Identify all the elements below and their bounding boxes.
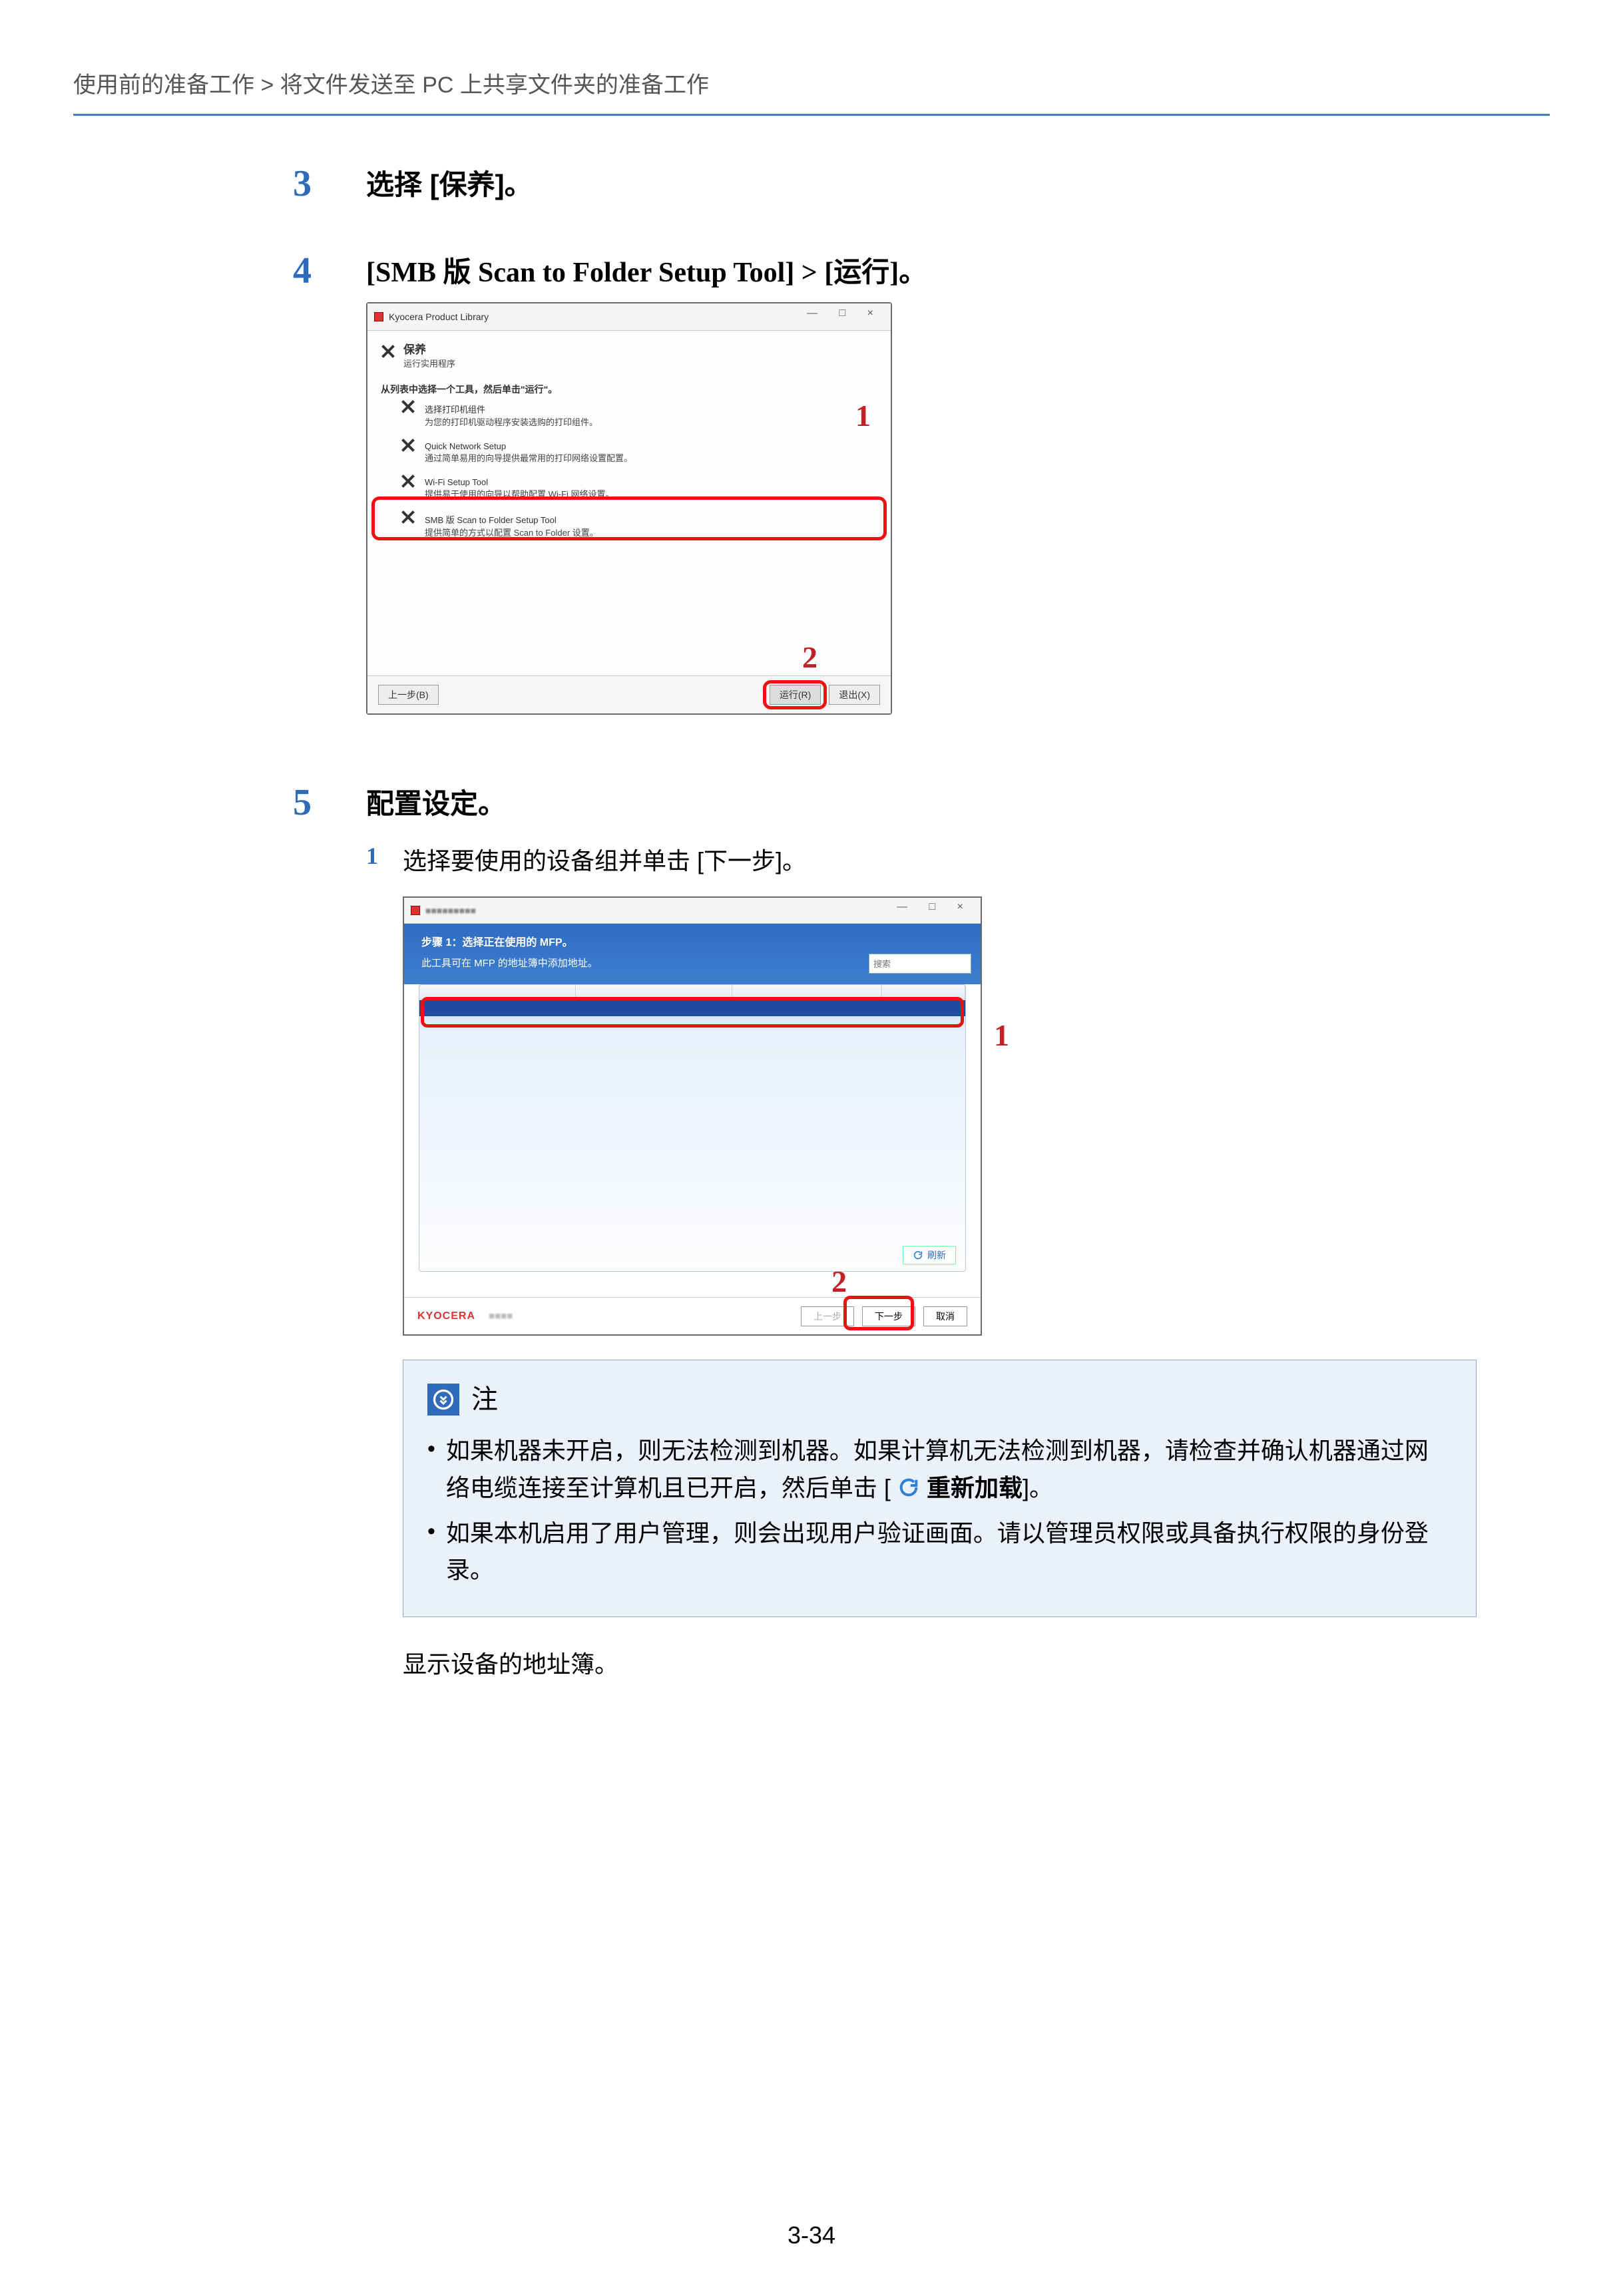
step-5: 5 配置设定。 1 选择要使用的设备组并单击 [下一步]。 ■■■■■■■■■ xyxy=(293,781,1477,1680)
note-title: 注 xyxy=(471,1379,498,1420)
window-controls[interactable]: — □ × xyxy=(807,307,883,319)
app-logo-icon xyxy=(374,312,383,321)
exit-button[interactable]: 退出(X) xyxy=(829,685,880,705)
step-number: 3 xyxy=(293,162,366,202)
app-logo-icon xyxy=(411,906,420,915)
tool-item-desc: 为您的打印机驱动程序安装选购的打印组件。 xyxy=(425,415,598,428)
window-title: Kyocera Product Library xyxy=(389,311,489,322)
highlight-box-1 xyxy=(371,496,887,540)
step-number: 4 xyxy=(293,250,366,289)
step-4: 4 [SMB 版 Scan to Folder Setup Tool] > [运… xyxy=(293,250,1477,715)
tool-icon xyxy=(401,403,415,417)
callout-2: 2 xyxy=(802,640,817,675)
window-controls[interactable]: — □ × xyxy=(897,901,973,913)
brand-logo: KYOCERA xyxy=(417,1310,475,1322)
highlight-box-1 xyxy=(421,997,964,1028)
cancel-button[interactable]: 取消 xyxy=(923,1306,967,1326)
reload-icon xyxy=(897,1476,920,1499)
step-3: 3 选择 [保养]。 xyxy=(293,162,1477,203)
section-title: 保养 xyxy=(403,340,455,357)
callout-1: 1 xyxy=(855,398,871,433)
highlight-box-2 xyxy=(843,1296,914,1330)
tool-item-title: 选择打印机组件 xyxy=(425,403,598,415)
window-title: ■■■■■■■■■ xyxy=(425,905,476,916)
step-number: 5 xyxy=(293,781,366,821)
screenshot-setup-wizard: ■■■■■■■■■ — □ × 步骤 1：选择正在使用的 MFP。 此工具可在 … xyxy=(403,896,1002,1336)
substep-text: 选择要使用的设备组并单击 [下一步]。 xyxy=(403,842,1477,876)
device-list: 刷新 xyxy=(419,984,966,1272)
tool-icon xyxy=(401,477,415,492)
list-intro: 从列表中选择一个工具，然后单击"运行"。 xyxy=(381,383,877,396)
tool-item-title: Wi-Fi Setup Tool xyxy=(425,477,614,487)
back-button[interactable]: 上一步(B) xyxy=(378,685,439,705)
note-bullet-2: 如果本机启用了用户管理，则会出现用户验证画面。请以管理员权限或具备执行权限的身份… xyxy=(427,1515,1452,1589)
refresh-button[interactable]: 刷新 xyxy=(903,1246,956,1264)
breadcrumb: 使用前的准备工作 > 将文件发送至 PC 上共享文件夹的准备工作 xyxy=(73,67,1550,116)
page-number: 3-34 xyxy=(0,2221,1623,2249)
tool-icon xyxy=(401,441,415,456)
callout-1: 1 xyxy=(994,1018,1009,1053)
section-subtitle: 运行实用程序 xyxy=(403,357,455,369)
refresh-icon xyxy=(913,1250,923,1260)
screenshot-product-library: Kyocera Product Library — □ × 保养 运行实用程序 … xyxy=(366,302,892,715)
tool-item[interactable]: 选择打印机组件 为您的打印机驱动程序安装选购的打印组件。 xyxy=(381,396,877,435)
substep-1: 1 选择要使用的设备组并单击 [下一步]。 xyxy=(366,842,1477,876)
wizard-step-title: 步骤 1：选择正在使用的 MFP。 xyxy=(421,933,963,949)
wrench-icon xyxy=(381,347,395,362)
note-bullet-1: 如果机器未开启，则无法检测到机器。如果计算机无法检测到机器，请检查并确认机器通过… xyxy=(427,1432,1452,1507)
substep-number: 1 xyxy=(366,842,403,870)
tool-item[interactable]: Quick Network Setup 通过简单易用的向导提供最常用的打印网络设… xyxy=(381,435,877,471)
step-4-heading: [SMB 版 Scan to Folder Setup Tool] > [运行]… xyxy=(366,250,1477,290)
step-5-heading: 配置设定。 xyxy=(366,781,1477,822)
highlight-box-2 xyxy=(763,680,827,709)
search-input[interactable] xyxy=(869,954,971,974)
callout-2: 2 xyxy=(831,1264,847,1299)
post-note-text: 显示设备的地址簿。 xyxy=(403,1645,1477,1680)
tool-item-desc: 通过简单易用的向导提供最常用的打印网络设置配置。 xyxy=(425,451,632,464)
note-icon xyxy=(427,1384,459,1416)
note-box: 注 如果机器未开启，则无法检测到机器。如果计算机无法检测到机器，请检查并确认机器… xyxy=(403,1360,1477,1617)
tool-item-title: Quick Network Setup xyxy=(425,441,632,451)
step-3-heading: 选择 [保养]。 xyxy=(366,162,1477,203)
